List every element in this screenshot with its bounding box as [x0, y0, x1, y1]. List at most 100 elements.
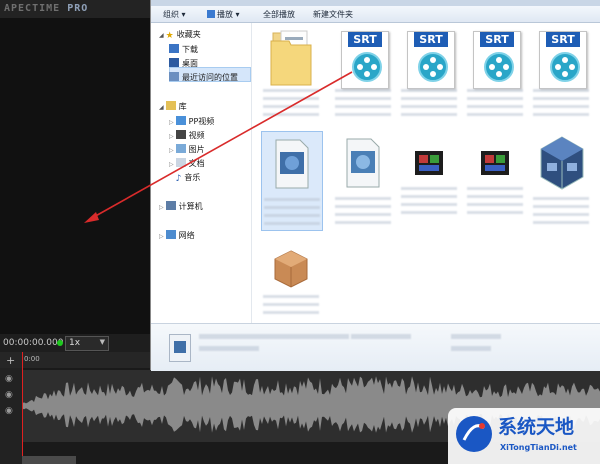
folder-item[interactable] — [261, 23, 321, 121]
file-name-blurred — [467, 89, 523, 117]
eye-icon[interactable]: ◉ — [5, 390, 17, 400]
play-icon — [207, 10, 215, 18]
details-pane — [151, 323, 600, 371]
chevron-down-icon: ▼ — [99, 338, 105, 346]
nav-favorites[interactable]: ◢ ★ 收藏夹 — [159, 29, 201, 41]
file-name-blurred — [264, 198, 320, 226]
eye-icon[interactable]: ◉ — [5, 406, 17, 416]
selected-file-icon — [169, 334, 191, 362]
media-file-item[interactable] — [399, 131, 459, 229]
film-reel-icon — [484, 52, 514, 82]
library-icon — [165, 101, 176, 110]
file-meta-blurred — [451, 346, 491, 351]
file-name-blurred — [401, 187, 457, 215]
virtualbox-file-item[interactable] — [531, 131, 591, 229]
file-name-blurred — [335, 89, 391, 117]
network-icon — [165, 230, 176, 239]
add-track-icon[interactable]: + — [6, 354, 15, 367]
srt-file-icon: SRT — [473, 31, 521, 89]
file-name-blurred — [263, 295, 319, 317]
nav-network[interactable]: ▷ 网络 — [159, 230, 195, 242]
file-title-blurred — [199, 334, 349, 339]
file-name-blurred — [401, 89, 457, 117]
star-icon: ★ — [165, 31, 174, 41]
srt-file-icon: SRT — [341, 31, 389, 89]
media-file-icon — [415, 151, 443, 175]
file-name-blurred — [467, 187, 523, 215]
folder-icon — [270, 30, 312, 86]
srt-file-item[interactable]: SRT — [333, 23, 393, 121]
computer-icon — [165, 201, 176, 210]
nav-music[interactable]: ▷ ♪ 音乐 — [169, 172, 200, 184]
new-folder-button[interactable]: 新建文件夹 — [313, 9, 353, 20]
video-file-item-selected[interactable] — [261, 131, 323, 231]
watermark-logo-icon — [456, 416, 492, 452]
virtualbox-cube-icon — [540, 136, 584, 190]
file-meta-blurred — [451, 334, 501, 339]
nav-computer[interactable]: ▷ 计算机 — [159, 201, 203, 213]
srt-label: SRT — [480, 32, 514, 47]
organize-button[interactable]: 组织 ▾ — [163, 9, 186, 20]
video-preview — [0, 18, 150, 334]
nav-libraries[interactable]: ◢ 库 — [159, 101, 187, 113]
video-file-icon — [346, 138, 380, 188]
explorer-toolbar: 组织 ▾ 播放 ▾ 全部播放 新建文件夹 — [151, 6, 600, 23]
track-headers: ◉ ◉ ◉ — [0, 368, 22, 464]
file-grid: SRT SRT SRT SRT — [251, 23, 600, 323]
timeline-scrollbar[interactable] — [22, 456, 76, 464]
app-logo: APECTIME PRO — [4, 3, 89, 14]
nav-downloads[interactable]: 下载 — [169, 44, 198, 56]
srt-label: SRT — [348, 32, 382, 47]
site-watermark: 系统天地 XiTongTianDi.net — [448, 408, 600, 464]
file-explorer-window: 组织 ▾ 播放 ▾ 全部播放 新建文件夹 ◢ ★ 收藏夹 下载 桌面 最近访问的位置… — [150, 0, 600, 371]
film-reel-icon — [352, 52, 382, 82]
srt-label: SRT — [414, 32, 448, 47]
pictures-icon — [175, 144, 186, 153]
package-icon — [274, 250, 308, 288]
file-name-blurred — [263, 89, 319, 117]
srt-file-item[interactable]: SRT — [465, 23, 525, 121]
timecode: 00:00:00.000 — [3, 338, 64, 348]
player-controls: 00:00:00.000 1x ▼ — [0, 334, 150, 352]
nav-pptv[interactable]: ▷ PP视频 — [169, 116, 214, 128]
film-reel-icon — [418, 52, 448, 82]
file-type-blurred — [199, 346, 259, 351]
watermark-url: XiTongTianDi.net — [500, 443, 577, 452]
nav-recent[interactable]: 最近访问的位置 — [169, 72, 238, 84]
media-file-item[interactable] — [465, 131, 525, 229]
media-file-icon — [481, 151, 509, 175]
playhead[interactable] — [22, 352, 23, 464]
watermark-title: 系统天地 — [498, 416, 575, 438]
nav-desktop[interactable]: 桌面 — [169, 58, 198, 70]
speed-select[interactable]: 1x ▼ — [65, 336, 109, 351]
video-file-icon — [275, 139, 309, 189]
pptv-icon — [175, 116, 186, 125]
download-folder-icon — [169, 44, 179, 53]
srt-file-item[interactable]: SRT — [531, 23, 591, 121]
nav-pictures[interactable]: ▷ 图片 — [169, 144, 205, 156]
srt-label: SRT — [546, 32, 580, 47]
status-dot-icon — [57, 340, 63, 346]
play-all-button[interactable]: 全部播放 — [263, 9, 295, 20]
documents-icon — [175, 158, 186, 167]
speed-value: 1x — [69, 338, 81, 348]
file-meta-blurred — [351, 334, 411, 339]
music-icon: ♪ — [175, 174, 182, 184]
recent-places-icon — [169, 72, 179, 81]
editor-title-bar: APECTIME PRO — [0, 0, 150, 18]
play-button[interactable]: 播放 ▾ — [207, 9, 240, 20]
eye-icon[interactable]: ◉ — [5, 374, 17, 384]
srt-file-item[interactable]: SRT — [399, 23, 459, 121]
video-library-icon — [175, 130, 186, 139]
navigation-pane: ◢ ★ 收藏夹 下载 桌面 最近访问的位置 ◢ 库 ▷ PP视频 ▷ 视频 ▷ 图片 ▷ 文档… — [151, 23, 252, 323]
desktop-icon — [169, 58, 179, 67]
file-name-blurred — [533, 197, 589, 225]
film-reel-icon — [550, 52, 580, 82]
ruler-label: 0:00 — [24, 355, 40, 363]
nav-videos[interactable]: ▷ 视频 — [169, 130, 205, 142]
video-file-item[interactable] — [333, 131, 393, 229]
srt-file-icon: SRT — [407, 31, 455, 89]
file-name-blurred — [533, 89, 589, 117]
nav-documents[interactable]: ▷ 文档 — [169, 158, 205, 170]
srt-file-icon: SRT — [539, 31, 587, 89]
